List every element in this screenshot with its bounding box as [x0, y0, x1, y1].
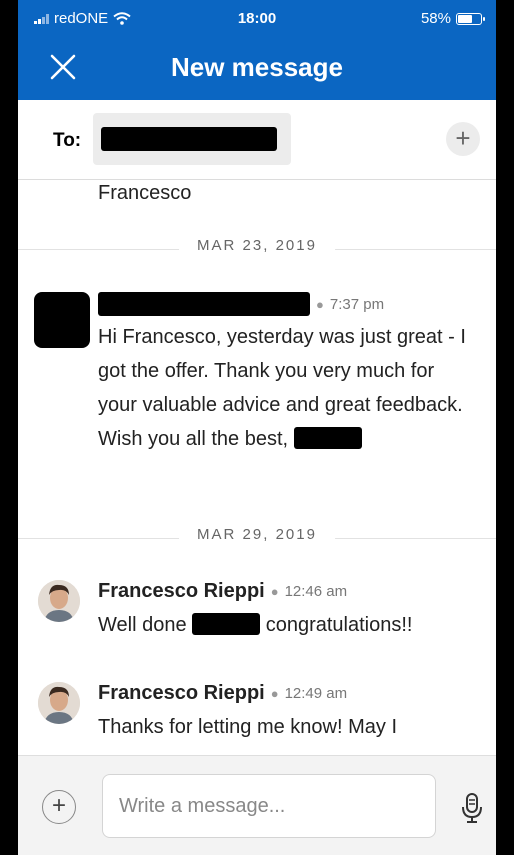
battery-icon	[456, 12, 485, 25]
redacted-avatar	[34, 292, 90, 348]
date-divider: MAR 23, 2019	[18, 237, 496, 261]
battery-percent: 58%	[420, 10, 451, 27]
date-divider: MAR 29, 2019	[18, 526, 496, 550]
sender-name[interactable]: Francesco Rieppi	[98, 682, 265, 705]
add-recipient-button[interactable]: +	[446, 122, 480, 156]
nav-bar: New message	[18, 38, 496, 100]
message-body: Thanks for letting me know! May I	[98, 716, 398, 738]
message-time: 12:46 am	[284, 583, 348, 600]
previous-message-text: Francesco	[98, 182, 192, 204]
avatar[interactable]	[38, 682, 80, 724]
screen: redONE 18:00 58% New message To: + Franc…	[18, 0, 496, 855]
microphone-icon[interactable]	[458, 792, 486, 824]
redacted-name	[293, 427, 362, 449]
date-label: MAR 29, 2019	[179, 526, 335, 543]
message-time: 12:49 am	[284, 685, 348, 702]
redacted-name	[192, 613, 261, 635]
recipient-chip[interactable]	[93, 113, 291, 165]
date-label: MAR 23, 2019	[179, 237, 335, 254]
message-time: 7:37 pm	[329, 295, 385, 313]
plus-icon: +	[455, 123, 471, 153]
avatar[interactable]	[38, 580, 80, 622]
message-composer: +	[18, 755, 496, 855]
message-body: Well done congratulations!!	[98, 613, 413, 636]
to-label: To:	[53, 130, 82, 151]
status-bar: redONE 18:00 58%	[18, 0, 496, 38]
sender-name[interactable]: Francesco Rieppi	[98, 580, 265, 603]
plus-icon: +	[51, 792, 66, 819]
redacted-recipient-name	[101, 127, 277, 151]
recipient-row: To: +	[18, 100, 496, 180]
redacted-sender-name	[98, 292, 310, 316]
message-thread[interactable]: Francesco MAR 23, 2019 ● 7:37 pm Hi Fran…	[18, 180, 496, 755]
message-body: Hi Francesco, yesterday was just great -…	[98, 326, 466, 450]
attach-button[interactable]: +	[42, 790, 76, 824]
page-title: New message	[171, 52, 343, 82]
message-input[interactable]	[102, 774, 436, 838]
